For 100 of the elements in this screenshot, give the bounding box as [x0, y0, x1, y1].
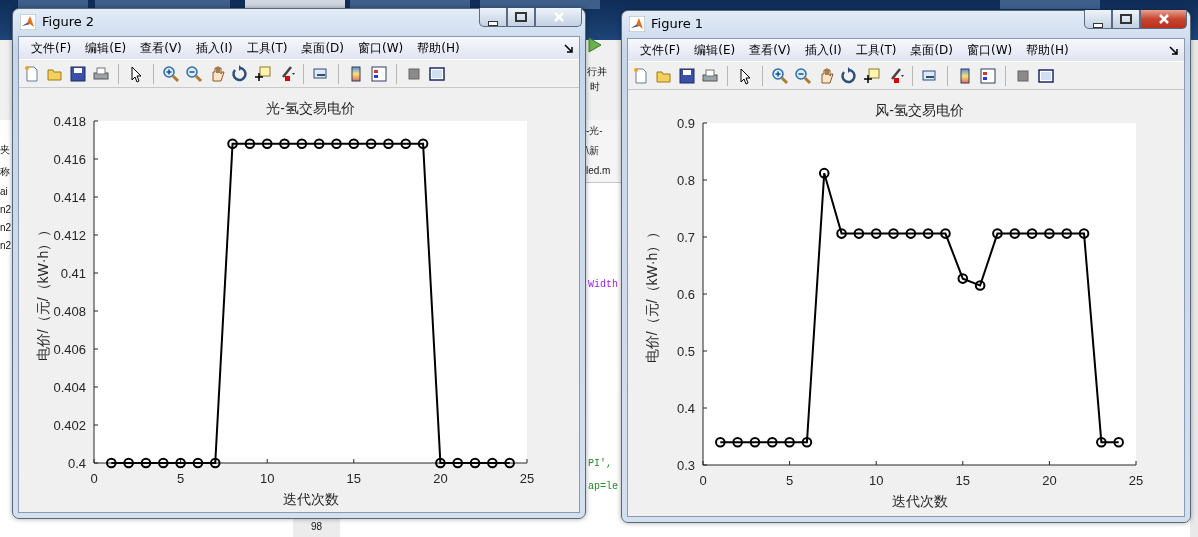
menu-item[interactable]: 窗口(W) — [959, 41, 1019, 59]
tick-label: 0.406 — [53, 341, 86, 357]
tick-label: 0.41 — [60, 265, 86, 281]
tick-label: 0.416 — [53, 151, 86, 167]
file-name[interactable]: 夹 — [0, 143, 10, 157]
zoom-out-icon[interactable] — [185, 64, 203, 83]
minimize-button[interactable] — [1084, 10, 1112, 29]
print-icon[interactable] — [92, 64, 110, 83]
data-point — [365, 138, 377, 150]
data-point — [905, 228, 917, 239]
menu-item[interactable]: 插入(I) — [187, 39, 239, 57]
menu-item[interactable]: 帮助(H) — [409, 39, 466, 57]
file-name[interactable]: n2 — [0, 204, 12, 215]
rotate-icon[interactable] — [840, 66, 858, 85]
data-point — [940, 228, 951, 239]
menu-item[interactable]: 桌面(D) — [293, 39, 350, 57]
data-point — [1061, 228, 1072, 239]
toolstrip-tab[interactable] — [480, 0, 600, 9]
zoom-in-icon[interactable] — [162, 64, 180, 83]
menu-item[interactable]: 查看(V) — [741, 41, 797, 59]
data-point — [331, 138, 342, 150]
file-name[interactable]: n2 — [0, 222, 12, 233]
file-name[interactable]: n2 — [0, 240, 12, 251]
zoom-out-icon[interactable] — [794, 66, 812, 85]
data-point — [1096, 436, 1107, 448]
data-cursor-icon[interactable] — [254, 64, 272, 83]
menu-item[interactable]: 插入(I) — [796, 41, 848, 59]
data-point — [123, 457, 134, 469]
data-point — [227, 138, 238, 150]
menu-item[interactable]: 桌面(D) — [902, 41, 959, 59]
data-point — [435, 457, 446, 469]
restore-icon — [514, 11, 528, 23]
restore-icon — [1119, 13, 1133, 25]
menu-item[interactable]: 文件(F) — [632, 41, 687, 59]
code-text: Width — [588, 279, 618, 290]
dock-arrow-icon[interactable] — [564, 43, 573, 53]
data-point — [106, 457, 117, 469]
close-button[interactable] — [535, 8, 582, 27]
dock-arrow-icon[interactable] — [1169, 45, 1178, 55]
data-point — [1078, 228, 1090, 239]
data-point — [870, 228, 882, 239]
menu-item[interactable]: 工具(T) — [847, 41, 903, 59]
data-cursor-icon[interactable] — [863, 66, 881, 85]
data-point — [922, 228, 934, 239]
path-text: led.m — [586, 165, 611, 176]
tick-label: 15 — [955, 473, 971, 488]
close-button[interactable] — [1140, 10, 1187, 29]
data-point — [749, 436, 761, 448]
tick-label: 0.412 — [53, 227, 86, 243]
data-point — [1044, 228, 1055, 239]
restore-button[interactable] — [1112, 10, 1140, 29]
data-point — [818, 167, 830, 179]
restore-button[interactable] — [507, 8, 535, 27]
print-icon[interactable] — [701, 66, 719, 85]
data-point — [888, 228, 899, 239]
menu-item[interactable]: 帮助(H) — [1018, 41, 1075, 59]
tick-label: 0.5 — [676, 343, 695, 359]
axis-label: 迭代次数 — [282, 491, 339, 507]
legend-icon[interactable] — [370, 64, 388, 83]
ribbon-label: 时 — [590, 80, 600, 94]
legend-icon[interactable] — [979, 66, 997, 85]
file-name[interactable]: ai — [0, 186, 8, 197]
tick-label: 25 — [1128, 473, 1144, 488]
chart-title: 风-氢交易电价 — [875, 102, 964, 118]
rotate-icon[interactable] — [231, 64, 249, 83]
data-point — [801, 436, 813, 448]
tick-label: 25 — [519, 471, 535, 486]
menu-item[interactable]: 编辑(E) — [686, 41, 742, 59]
save-icon[interactable] — [678, 66, 696, 85]
menu-item[interactable]: 工具(T) — [238, 39, 294, 57]
line-number: 98 — [311, 521, 323, 532]
tick-label: 10 — [259, 471, 275, 486]
plot-tools-icon[interactable] — [428, 64, 446, 83]
data-point — [261, 138, 273, 150]
data-point — [209, 457, 221, 469]
plot-tools-icon[interactable] — [1037, 66, 1055, 85]
tick-label: 20 — [433, 471, 448, 486]
data-point — [767, 436, 778, 448]
tick-label: 20 — [1042, 473, 1057, 488]
tick-label: 0.402 — [53, 417, 86, 433]
zoom-in-icon[interactable] — [771, 66, 789, 85]
save-icon[interactable] — [69, 64, 87, 83]
data-point — [504, 457, 515, 469]
data-point — [348, 138, 360, 150]
data-point — [192, 457, 204, 469]
axis-label: 电价/（元/（kW·h）） — [35, 222, 51, 362]
path-text: \新 — [586, 144, 599, 158]
menu-item[interactable]: 窗口(W) — [350, 39, 410, 57]
tick-label: 5 — [177, 471, 185, 486]
file-name[interactable]: 称 — [0, 165, 10, 179]
tick-label: 0.9 — [676, 115, 695, 131]
minimize-button[interactable] — [479, 8, 507, 27]
tick-label: 0.7 — [676, 229, 695, 245]
menu-item[interactable]: 编辑(E) — [77, 39, 133, 57]
data-point — [1113, 436, 1124, 448]
menu-item[interactable]: 文件(F) — [23, 39, 78, 57]
menu-item[interactable]: 查看(V) — [132, 39, 188, 57]
data-point — [244, 138, 256, 150]
data-point — [1026, 228, 1038, 239]
data-point — [417, 138, 429, 150]
